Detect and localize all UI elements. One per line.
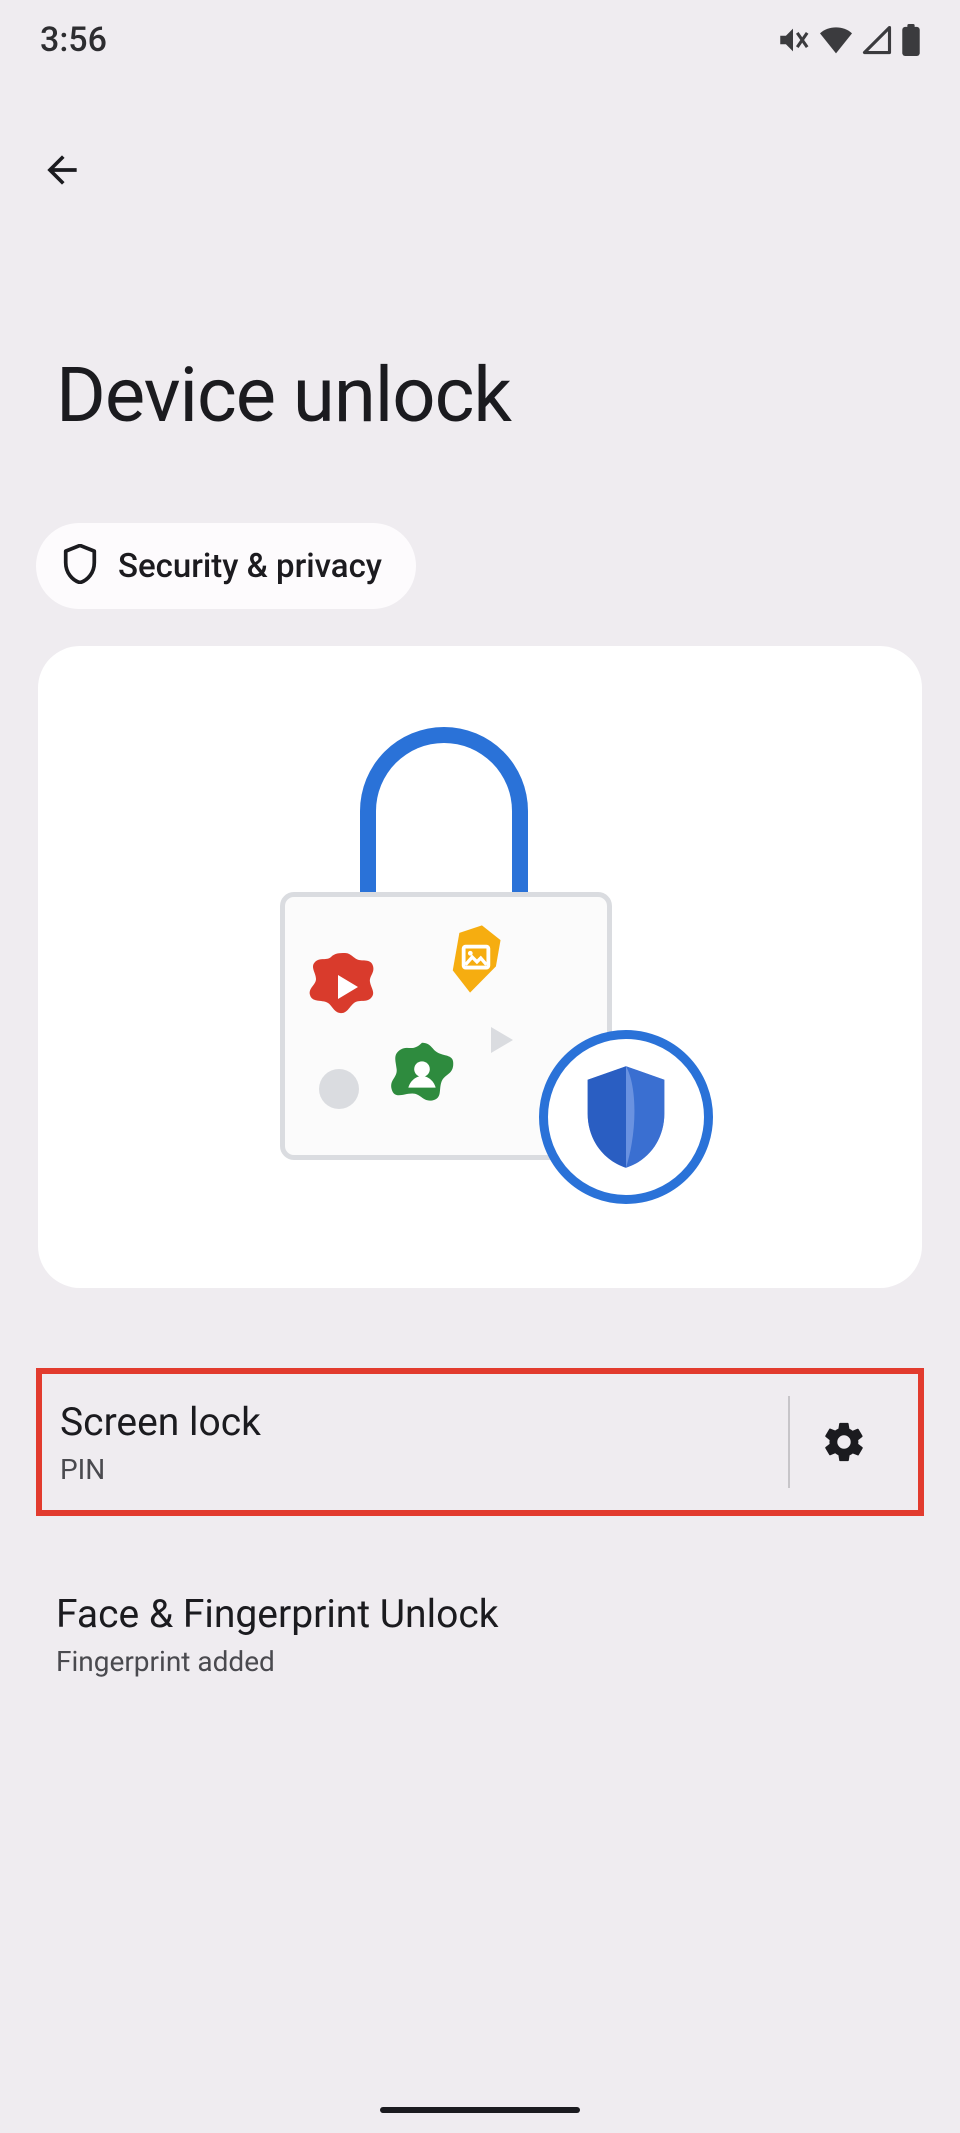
- item-title: Face & Fingerprint Unlock: [56, 1590, 904, 1639]
- cell-signal-icon: [862, 25, 892, 55]
- navigation-handle[interactable]: [380, 2107, 580, 2113]
- gear-icon: [821, 1419, 867, 1465]
- status-bar: 3:56: [0, 0, 960, 80]
- arrow-left-icon: [40, 148, 84, 192]
- item-title: Screen lock: [60, 1398, 778, 1447]
- mute-icon: [776, 23, 810, 57]
- shield-badge-icon: [539, 1030, 713, 1204]
- item-subtitle: Fingerprint added: [56, 1645, 904, 1678]
- illustration-card: [38, 646, 922, 1288]
- item-subtitle: PIN: [60, 1453, 778, 1486]
- chip-label: Security & privacy: [118, 547, 382, 586]
- battery-icon: [902, 24, 920, 56]
- page-title: Device unlock: [56, 350, 511, 440]
- shield-outline-icon: [62, 544, 98, 588]
- wifi-icon: [820, 25, 852, 55]
- lock-illustration: [245, 717, 715, 1217]
- face-fingerprint-item[interactable]: Face & Fingerprint Unlock Fingerprint ad…: [36, 1568, 924, 1700]
- status-icons: [776, 23, 920, 57]
- security-privacy-chip[interactable]: Security & privacy: [36, 523, 416, 609]
- status-time: 3:56: [40, 20, 107, 60]
- screen-lock-item[interactable]: Screen lock PIN: [36, 1368, 924, 1516]
- screen-lock-settings-button[interactable]: [788, 1396, 898, 1488]
- back-button[interactable]: [34, 142, 90, 198]
